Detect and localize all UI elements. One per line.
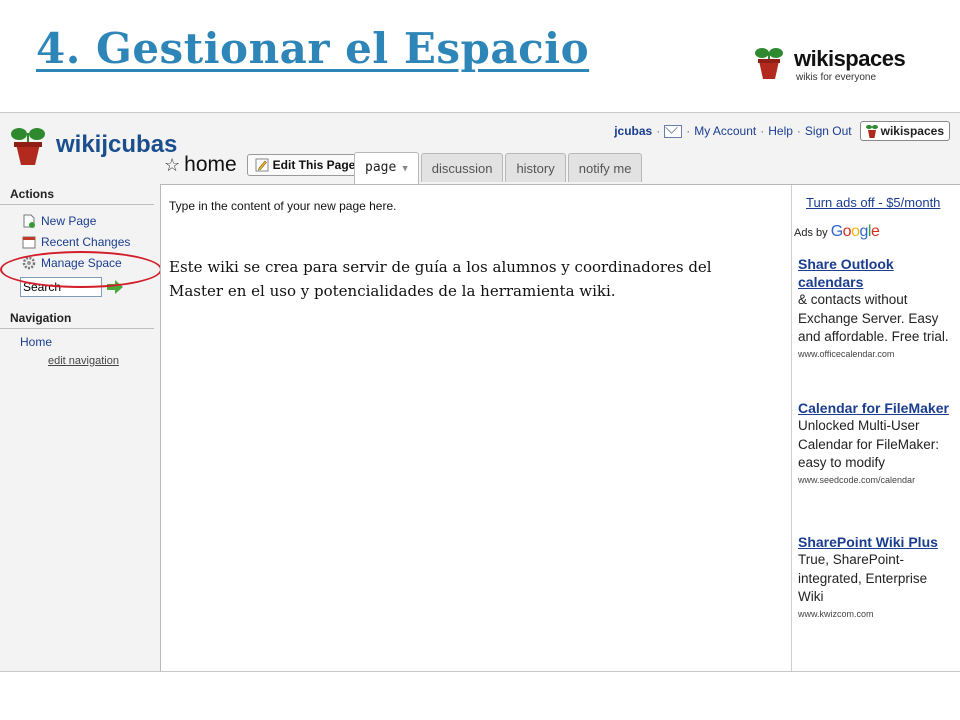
edit-navigation-link[interactable]: edit navigation — [0, 351, 158, 367]
ad-desc: & contacts without — [798, 292, 908, 307]
turn-ads-off-link[interactable]: Turn ads off - $5/month — [806, 195, 940, 210]
sidebar-item-label: Recent Changes — [41, 234, 131, 249]
page-header: ☆ home Edit This Page — [164, 153, 364, 177]
tab-label: page — [365, 160, 397, 175]
ad-title[interactable]: calendars — [798, 273, 956, 291]
slide-title: 4. Gestionar el Espacio — [36, 24, 590, 73]
site-name[interactable]: wikijcubas — [56, 131, 177, 159]
tab-label: discussion — [431, 161, 493, 176]
ad-url[interactable]: www.seedcode.com/calendar — [798, 475, 956, 485]
ads-by-label: Ads by — [794, 227, 828, 239]
navigation-heading: Navigation — [0, 307, 154, 329]
tab-label: notify me — [578, 161, 632, 176]
pencil-icon — [255, 158, 269, 172]
user-bar: jcubas · · My Account · Help · Sign Out … — [614, 121, 950, 141]
ad-desc: and affordable. Free trial. — [798, 329, 949, 344]
ad-desc: easy to modify — [798, 455, 886, 470]
my-account-link[interactable]: My Account — [694, 124, 756, 138]
tab-notify-me[interactable]: notify me — [567, 153, 643, 182]
username-link[interactable]: jcubas — [614, 124, 652, 138]
help-link[interactable]: Help — [768, 124, 793, 138]
separator: · — [686, 124, 691, 138]
page-tabs: page ▼ discussion history notify me — [354, 152, 643, 184]
calendar-icon — [22, 236, 36, 248]
logo-brand: wikispaces — [794, 46, 906, 71]
ad-desc: Unlocked Multi-User — [798, 418, 920, 433]
wikispaces-logo: wikispaces wikis for everyone — [752, 46, 906, 86]
edit-page-label: Edit This Page — [272, 158, 356, 172]
ad-desc: Calendar for FileMaker: — [798, 436, 940, 452]
ad-desc: Wiki — [798, 589, 824, 604]
page-title: home — [184, 153, 237, 176]
ad-url[interactable]: www.kwizcom.com — [798, 609, 956, 619]
ad-title[interactable]: Calendar for FileMaker — [798, 399, 956, 417]
tab-page[interactable]: page ▼ — [354, 152, 419, 184]
separator: · — [656, 124, 661, 138]
body-text: Este wiki se crea para servir de guía a … — [169, 255, 769, 303]
tab-history[interactable]: history — [505, 153, 566, 182]
ad-title[interactable]: Share Outlook — [798, 255, 956, 273]
body-line: Este wiki se crea para servir de guía a … — [169, 258, 712, 276]
edit-page-button[interactable]: Edit This Page — [246, 154, 364, 176]
ad-item: Calendar for FileMaker Unlocked Multi-Us… — [798, 399, 956, 485]
ad-item: Share Outlook calendars & contacts witho… — [798, 255, 956, 359]
ad-desc: integrated, Enterprise — [798, 570, 928, 586]
ads-by-google[interactable]: Ads by Google — [794, 223, 880, 241]
wikispaces-badge[interactable]: wikispaces — [859, 121, 950, 141]
sidebar-item-label: New Page — [41, 213, 97, 228]
google-logo: Google — [830, 223, 880, 240]
caret-down-icon: ▼ — [402, 164, 408, 174]
logo-tagline: wikis for everyone — [796, 72, 877, 83]
manage-space-highlight — [0, 251, 162, 288]
body-line: Master en el uso y potencialidades de la… — [169, 282, 616, 300]
new-page-icon — [23, 214, 35, 228]
star-icon[interactable]: ☆ — [164, 156, 180, 174]
actions-heading: Actions — [0, 183, 154, 205]
ads-panel: Turn ads off - $5/month Ads by Google Sh… — [791, 185, 960, 671]
separator: · — [796, 124, 801, 138]
tab-label: history — [516, 161, 555, 176]
ad-desc: True, SharePoint- — [798, 552, 905, 567]
tab-discussion[interactable]: discussion — [420, 153, 504, 182]
site-flower-pot-icon — [11, 128, 45, 165]
ad-desc: Exchange Server. Easy — [798, 310, 939, 326]
page-content: Type in the content of your new page her… — [160, 184, 960, 671]
wiki-screenshot: wikijcubas jcubas · · My Account · Help … — [0, 112, 960, 672]
sidebar-item-home[interactable]: Home — [0, 329, 158, 351]
badge-pot-icon — [865, 125, 878, 138]
separator: · — [760, 124, 765, 138]
ad-title[interactable]: SharePoint Wiki Plus — [798, 533, 956, 551]
intro-text: Type in the content of your new page her… — [169, 199, 397, 213]
flower-pot-icon — [755, 48, 783, 79]
mail-icon[interactable] — [664, 124, 683, 138]
ad-item: SharePoint Wiki Plus True, SharePoint- i… — [798, 533, 956, 619]
sidebar-item-recent-changes[interactable]: Recent Changes — [0, 231, 158, 252]
sign-out-link[interactable]: Sign Out — [805, 124, 852, 138]
badge-label: wikispaces — [880, 124, 944, 138]
ad-url[interactable]: www.officecalendar.com — [798, 349, 956, 359]
sidebar-item-new-page[interactable]: New Page — [0, 210, 158, 231]
